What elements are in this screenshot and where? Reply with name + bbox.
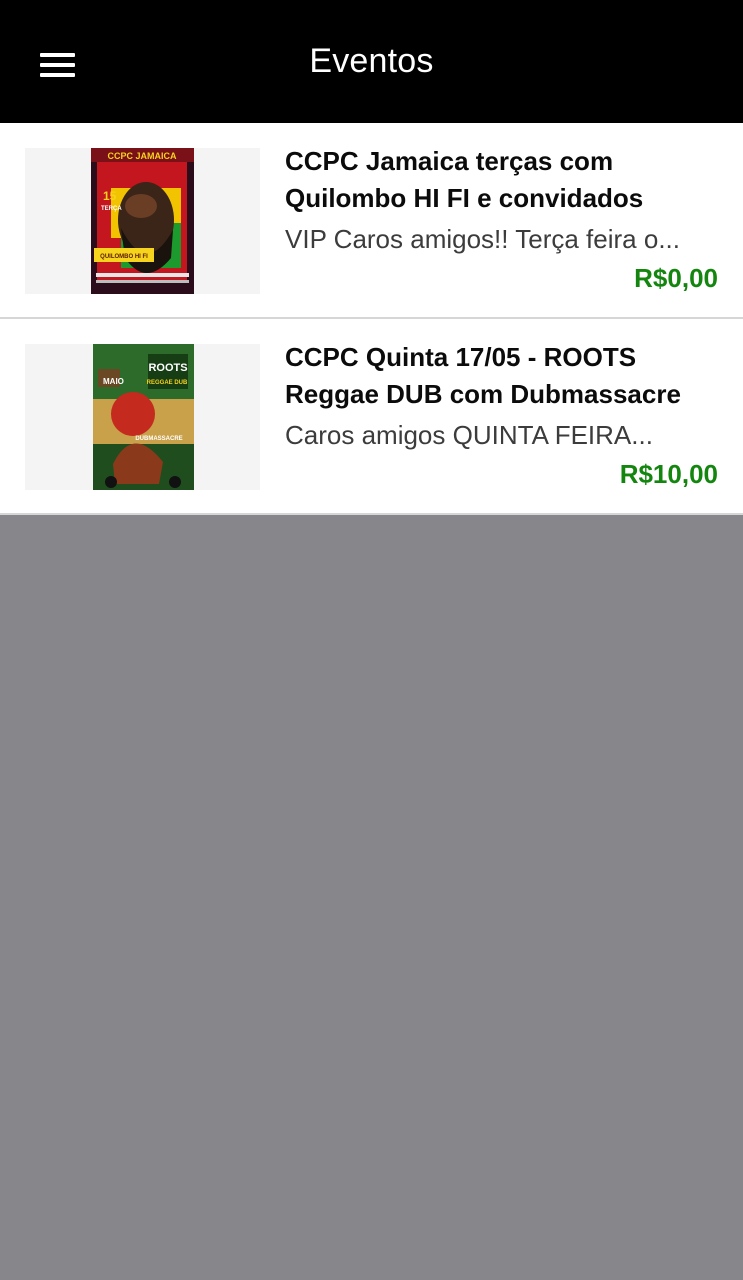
event-description: VIP Caros amigos!! Terça feira o... bbox=[285, 224, 680, 254]
event-poster-image: ROOTS REGGAE DUB MAIO DUBMASSACRE bbox=[93, 344, 194, 490]
event-thumbnail: ROOTS REGGAE DUB MAIO DUBMASSACRE bbox=[25, 344, 260, 490]
event-title: CCPC Jamaica terças com Quilombo HI FI e… bbox=[285, 146, 644, 213]
poster-date-number: 15 bbox=[103, 189, 117, 203]
top-app-bar: Eventos bbox=[0, 0, 743, 123]
event-poster-image: CCPC JAMAICA 15 TERÇA QUILOMBO HI FI bbox=[91, 148, 194, 294]
event-card-ccpc-quinta[interactable]: ROOTS REGGAE DUB MAIO DUBMASSACRE CCPC Q… bbox=[0, 319, 743, 515]
page-title: Eventos bbox=[309, 42, 434, 80]
poster-month-text: MAIO bbox=[103, 377, 124, 386]
event-price: R$10,00 bbox=[619, 459, 718, 489]
event-price: R$0,00 bbox=[634, 263, 718, 293]
event-description: Caros amigos QUINTA FEIRA... bbox=[285, 420, 653, 450]
poster-header-text: ROOTS bbox=[148, 362, 187, 374]
poster-subheader-text: REGGAE DUB bbox=[147, 380, 188, 386]
poster-highlight-text: DUBMASSACRE bbox=[135, 436, 182, 442]
event-title: CCPC Quinta 17/05 - ROOTS Reggae DUB com… bbox=[285, 342, 681, 409]
poster-date-word: TERÇA bbox=[101, 206, 122, 212]
event-card-ccpc-jamaica[interactable]: CCPC JAMAICA 15 TERÇA QUILOMBO HI FI CCP… bbox=[0, 123, 743, 319]
poster-header-text: CCPC JAMAICA bbox=[107, 151, 177, 161]
app-screen: Eventos CCPC JAMAICA 15 TERÇA QUILOMBO H… bbox=[0, 0, 743, 1280]
events-list: CCPC JAMAICA 15 TERÇA QUILOMBO HI FI CCP… bbox=[0, 123, 743, 515]
poster-highlight-text: QUILOMBO HI FI bbox=[100, 254, 148, 260]
event-thumbnail: CCPC JAMAICA 15 TERÇA QUILOMBO HI FI bbox=[25, 148, 260, 294]
